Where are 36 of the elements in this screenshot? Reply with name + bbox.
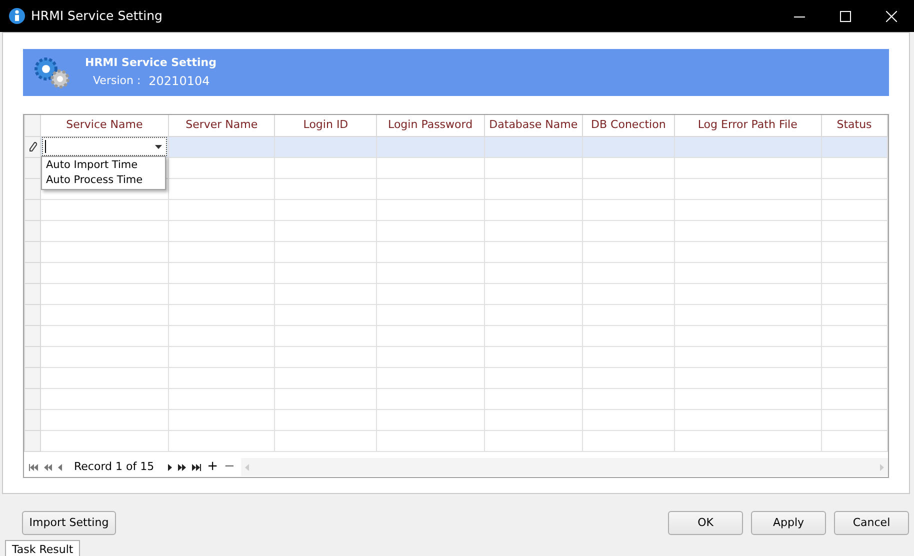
app-icon	[9, 8, 25, 24]
pencil-icon	[28, 142, 37, 152]
scroll-right-icon[interactable]	[880, 464, 884, 470]
column-header[interactable]: Server Name	[168, 115, 275, 136]
next-page-icon[interactable]	[178, 464, 186, 470]
maximize-icon[interactable]	[840, 10, 850, 22]
record-counter: Record 1 of 15	[74, 458, 154, 475]
version-value: 20210104	[148, 72, 210, 90]
cancel-button[interactable]: Cancel	[834, 511, 909, 535]
dropdown-arrow-icon[interactable]	[154, 144, 162, 148]
column-header[interactable]: Login Password	[376, 115, 484, 136]
column-header[interactable]: Login ID	[274, 115, 376, 136]
window-title: HRMI Service Setting	[31, 6, 162, 25]
header-title: HRMI Service Setting	[85, 55, 216, 72]
service-name-combo[interactable]	[42, 137, 167, 156]
close-icon[interactable]	[886, 10, 896, 22]
column-header[interactable]: Status	[821, 115, 888, 136]
apply-button[interactable]: Apply	[751, 511, 826, 535]
previous-record-icon[interactable]	[58, 464, 62, 470]
import-setting-button[interactable]: Import Setting	[22, 511, 116, 535]
first-record-icon[interactable]	[29, 464, 38, 470]
column-header[interactable]: Database Name	[484, 115, 583, 136]
dropdown-option[interactable]: Auto Process Time	[46, 173, 161, 188]
last-record-icon[interactable]	[192, 464, 202, 470]
version-label: Version :	[93, 72, 141, 88]
next-record-icon[interactable]	[168, 464, 172, 470]
tab[interactable]: Task Result	[5, 540, 80, 556]
scroll-left-icon[interactable]	[244, 464, 249, 470]
column-header[interactable]: DB Conection	[582, 115, 674, 136]
column-header[interactable]: Log Error Path File	[674, 115, 822, 136]
append-button[interactable]: +	[207, 457, 218, 477]
remove-button[interactable]: −	[224, 457, 235, 477]
previous-page-icon[interactable]	[44, 464, 52, 470]
row-indicator[interactable]	[24, 136, 41, 157]
ok-button[interactable]: OK	[668, 511, 743, 535]
column-header[interactable]: Service Name	[40, 115, 168, 136]
